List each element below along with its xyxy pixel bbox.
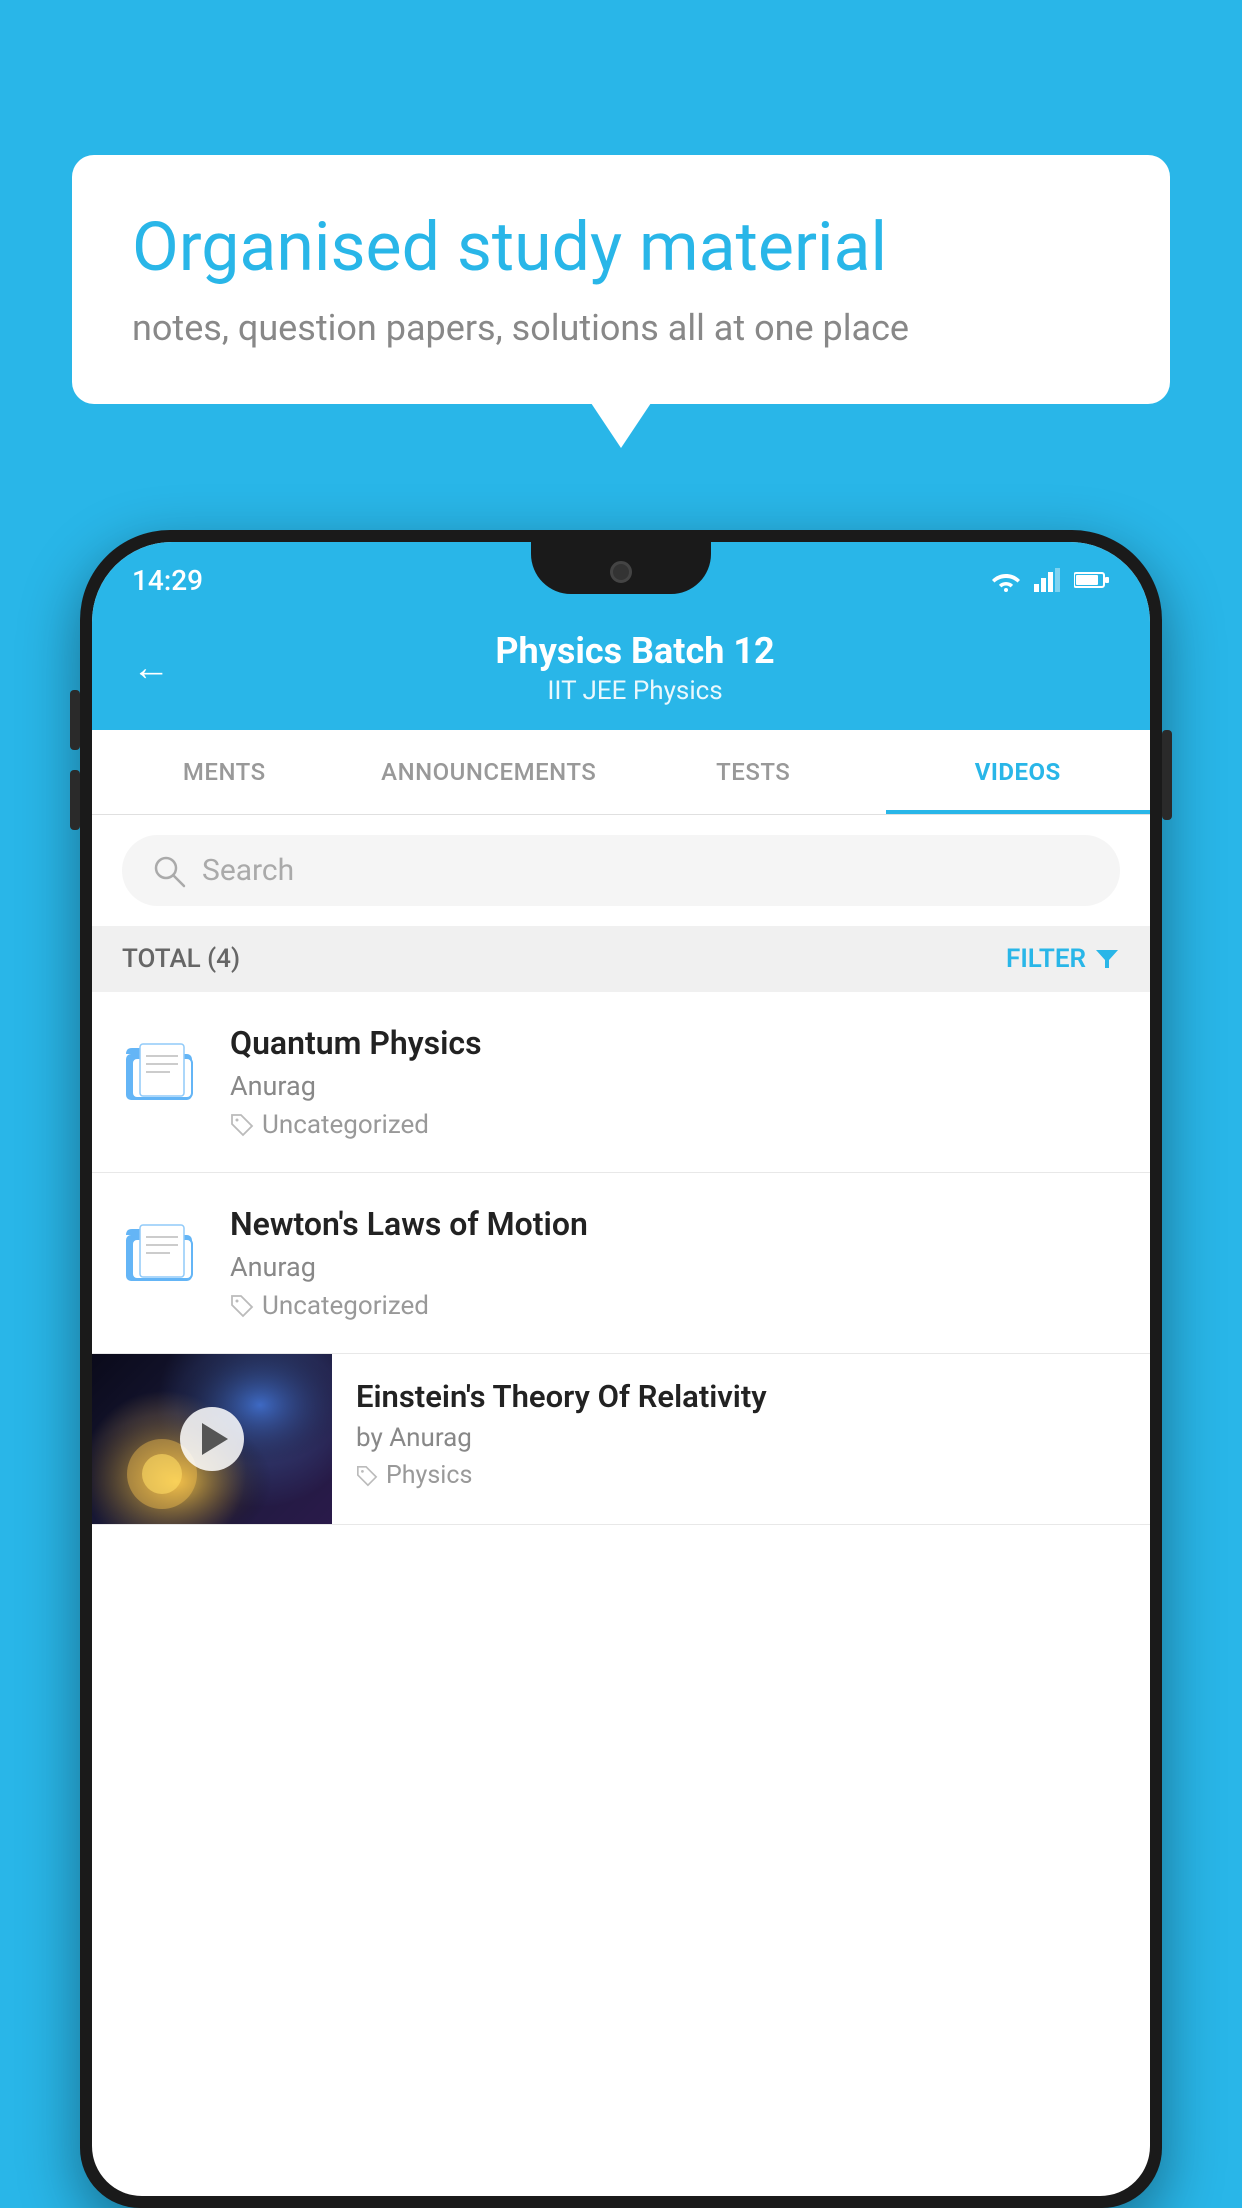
folder-svg xyxy=(122,1028,202,1108)
play-icon xyxy=(202,1423,228,1455)
tab-tests[interactable]: TESTS xyxy=(621,730,886,814)
item-tag: Uncategorized xyxy=(230,1291,1120,1321)
status-time: 14:29 xyxy=(132,564,203,597)
search-input-wrapper[interactable]: Search xyxy=(122,835,1120,906)
header-title: Physics Batch 12 xyxy=(200,630,1070,672)
list-item-content: Newton's Laws of Motion Anurag Uncategor… xyxy=(230,1205,1120,1321)
search-icon xyxy=(152,854,186,888)
list-item-content: Quantum Physics Anurag Uncategorized xyxy=(230,1024,1120,1140)
video-thumbnail xyxy=(92,1354,332,1524)
filter-icon xyxy=(1094,946,1120,972)
folder-icon xyxy=(122,1028,202,1108)
power-button[interactable] xyxy=(1162,730,1172,820)
tag-icon xyxy=(230,1113,254,1137)
search-container: Search xyxy=(92,815,1150,926)
tab-videos[interactable]: VIDEOS xyxy=(886,730,1151,814)
front-camera xyxy=(610,561,632,583)
tag-icon xyxy=(230,1294,254,1318)
search-input[interactable]: Search xyxy=(202,853,294,888)
item-title: Newton's Laws of Motion xyxy=(230,1205,1120,1243)
speech-bubble-section: Organised study material notes, question… xyxy=(72,155,1170,404)
tabs-bar: MENTS ANNOUNCEMENTS TESTS VIDEOS xyxy=(92,730,1150,815)
item-title: Quantum Physics xyxy=(230,1024,1120,1062)
filter-bar: TOTAL (4) FILTER xyxy=(92,926,1150,992)
folder-svg xyxy=(122,1209,202,1289)
filter-button[interactable]: FILTER xyxy=(1006,944,1120,974)
list-item-video[interactable]: Einstein's Theory Of Relativity by Anura… xyxy=(92,1354,1150,1525)
play-button[interactable] xyxy=(180,1407,244,1471)
video-content: Einstein's Theory Of Relativity by Anura… xyxy=(332,1354,1150,1514)
tab-announcements[interactable]: ANNOUNCEMENTS xyxy=(357,730,622,814)
speech-bubble-subtitle: notes, question papers, solutions all at… xyxy=(132,307,1110,349)
phone-screen: 14:29 xyxy=(92,542,1150,2196)
list-container: Quantum Physics Anurag Uncategorized xyxy=(92,992,1150,1525)
speech-bubble-card: Organised study material notes, question… xyxy=(72,155,1170,404)
item-author: Anurag xyxy=(230,1251,1120,1283)
item-tag: Uncategorized xyxy=(230,1110,1120,1140)
phone-frame: 14:29 xyxy=(80,530,1162,2208)
header-subtitle: IIT JEE Physics xyxy=(200,676,1070,706)
battery-icon xyxy=(1074,570,1110,590)
list-item[interactable]: Quantum Physics Anurag Uncategorized xyxy=(92,992,1150,1173)
header-title-group: Physics Batch 12 IIT JEE Physics xyxy=(200,630,1070,706)
status-icons xyxy=(990,568,1110,592)
app-header: ← Physics Batch 12 IIT JEE Physics xyxy=(92,610,1150,730)
wifi-icon xyxy=(990,568,1022,592)
volume-down-button[interactable] xyxy=(70,770,80,830)
tag-icon xyxy=(356,1465,378,1487)
item-author: Anurag xyxy=(230,1070,1120,1102)
signal-icon xyxy=(1034,568,1062,592)
list-item[interactable]: Newton's Laws of Motion Anurag Uncategor… xyxy=(92,1173,1150,1354)
video-tag: Physics xyxy=(356,1461,1126,1490)
total-count: TOTAL (4) xyxy=(122,944,240,974)
speech-bubble-title: Organised study material xyxy=(132,210,1110,285)
video-author: by Anurag xyxy=(356,1423,1126,1453)
video-title: Einstein's Theory Of Relativity xyxy=(356,1378,1126,1415)
volume-up-button[interactable] xyxy=(70,690,80,750)
tab-ments[interactable]: MENTS xyxy=(92,730,357,814)
back-button[interactable]: ← xyxy=(132,646,170,690)
phone-notch xyxy=(531,542,711,594)
folder-icon xyxy=(122,1209,202,1289)
